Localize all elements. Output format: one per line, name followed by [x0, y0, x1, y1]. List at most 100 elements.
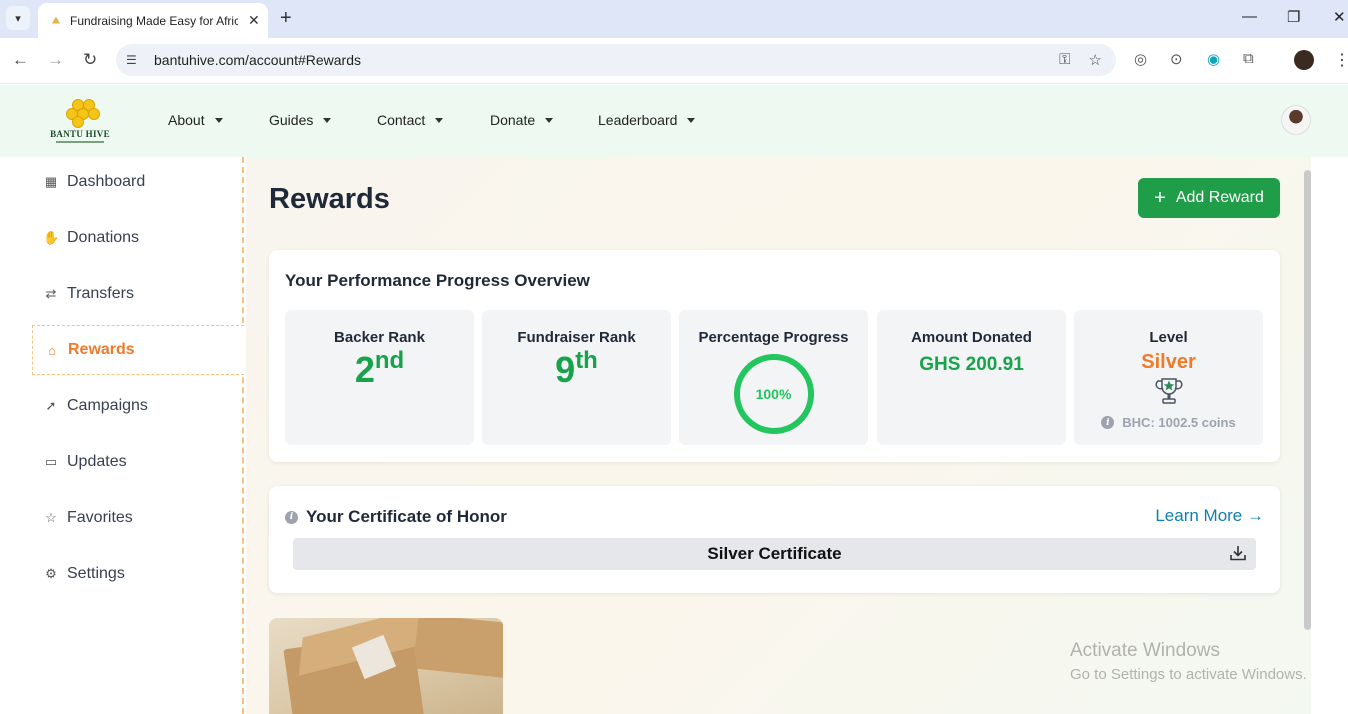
- sidebar-item-transfers[interactable]: ⇄ Transfers: [32, 269, 244, 319]
- info-icon: i: [285, 510, 298, 524]
- level-stat: Level Silver i BHC: 1002.5 coins: [1074, 310, 1263, 445]
- user-avatar[interactable]: [1281, 105, 1311, 135]
- reward-image-package[interactable]: [269, 618, 503, 714]
- performance-card: Your Performance Progress Overview Backe…: [269, 250, 1280, 462]
- nav-donate-label: Donate: [490, 112, 536, 128]
- forward-arrow-icon[interactable]: →: [47, 50, 64, 70]
- reload-icon[interactable]: ↻: [83, 50, 97, 70]
- learn-more-link[interactable]: Learn More →: [1155, 506, 1264, 526]
- progress-value: 100%: [755, 386, 792, 402]
- logo-underline: [56, 141, 104, 143]
- tab-list-chevron-icon[interactable]: ▾: [6, 6, 30, 30]
- backer-rank-value: 2nd: [285, 347, 474, 390]
- sidebar-item-donations[interactable]: ✋ Donations: [32, 213, 244, 263]
- page-scrollbar[interactable]: [1304, 170, 1311, 630]
- package-box-back: [406, 618, 503, 679]
- certificate-title: i Your Certificate of Honor: [285, 507, 507, 527]
- nav-contact[interactable]: Contact: [377, 112, 490, 128]
- sidebar-item-label: Updates: [67, 453, 127, 470]
- back-arrow-icon[interactable]: ←: [12, 50, 29, 70]
- fundraiser-rank-stat: Fundraiser Rank 9th: [482, 310, 671, 445]
- performance-title: Your Performance Progress Overview: [285, 271, 590, 290]
- account-sidebar: ▦ Dashboard ✋ Donations ⇄ Transfers ⌂ Re…: [0, 157, 244, 714]
- backer-rank-label: Backer Rank: [334, 329, 425, 346]
- site-settings-icon[interactable]: ☰: [126, 53, 142, 67]
- tab-title: Fundraising Made Easy for Afric: [70, 13, 238, 28]
- progress-ring: 100%: [733, 354, 814, 434]
- extension-palette-icon[interactable]: ◎: [1134, 50, 1147, 68]
- amount-donated-label: Amount Donated: [911, 329, 1032, 346]
- main-nav: About Guides Contact Donate Leaderboard: [168, 112, 696, 128]
- amount-donated-value: GHS 200.91: [919, 354, 1024, 375]
- activate-windows-subtitle: Go to Settings to activate Windows.: [1070, 666, 1307, 683]
- page-title: Rewards: [269, 183, 390, 215]
- sidebar-item-campaigns[interactable]: ➚ Campaigns: [32, 381, 244, 431]
- nav-contact-label: Contact: [377, 112, 426, 128]
- nav-donate[interactable]: Donate: [490, 112, 598, 128]
- trophy-icon: [1155, 378, 1182, 404]
- certificate-card: i Your Certificate of Honor Learn More →…: [269, 486, 1280, 593]
- coins-text: BHC: 1002.5 coins: [1122, 415, 1236, 430]
- backer-rank-stat: Backer Rank 2nd: [285, 310, 474, 445]
- sidebar-item-settings[interactable]: ⚙ Settings: [32, 549, 244, 599]
- certificate-download-bar[interactable]: Silver Certificate: [293, 538, 1256, 570]
- sidebar-item-label: Rewards: [68, 341, 135, 358]
- chat-icon: ▭: [44, 454, 58, 469]
- sidebar-item-label: Donations: [67, 229, 140, 246]
- nav-about[interactable]: About: [168, 112, 269, 128]
- plus-icon: +: [1154, 187, 1166, 209]
- level-label: Level: [1149, 329, 1188, 346]
- extensions-puzzle-icon[interactable]: ⧉: [1243, 50, 1254, 67]
- sidebar-item-label: Campaigns: [67, 397, 148, 414]
- fundraiser-rank-value: 9th: [482, 347, 671, 390]
- browser-toolbar: ← → ↻ ☰ bantuhive.com/account#Rewards ⚿ …: [0, 38, 1348, 84]
- minimize-icon[interactable]: —: [1242, 8, 1257, 25]
- nav-leaderboard[interactable]: Leaderboard: [598, 112, 696, 128]
- gear-icon: ⚙: [45, 566, 57, 581]
- main-content: Rewards + Add Reward Your Performance Pr…: [246, 157, 1311, 714]
- percentage-progress-stat: Percentage Progress 100%: [679, 310, 868, 445]
- sidebar-item-label: Settings: [67, 565, 125, 582]
- fundraiser-rank-label: Fundraiser Rank: [517, 329, 636, 346]
- add-reward-label: Add Reward: [1175, 189, 1264, 206]
- browser-menu-icon[interactable]: ⋮: [1334, 50, 1348, 70]
- extension-camera-icon[interactable]: ◉: [1207, 50, 1220, 68]
- password-key-icon[interactable]: ⚿: [1059, 51, 1070, 69]
- activate-windows-title: Activate Windows: [1070, 640, 1220, 661]
- add-reward-button[interactable]: + Add Reward: [1138, 178, 1280, 218]
- caret-down-icon: [214, 117, 223, 123]
- fundraiser-rank-number: 9: [555, 349, 576, 390]
- logo-text: BANTU HIVE: [50, 129, 110, 139]
- percentage-progress-label: Percentage Progress: [698, 329, 849, 346]
- address-bar[interactable]: ☰ bantuhive.com/account#Rewards ⚿ ☆: [116, 44, 1116, 76]
- level-value: Silver: [1141, 351, 1196, 373]
- info-icon: i: [1101, 416, 1115, 429]
- download-icon[interactable]: [1229, 544, 1247, 562]
- bantu-hive-logo[interactable]: BANTU HIVE: [48, 99, 112, 149]
- window-close-icon[interactable]: ✕: [1333, 8, 1346, 26]
- sidebar-item-label: Dashboard: [67, 173, 146, 190]
- site-favicon-icon: [50, 16, 62, 26]
- sidebar-item-updates[interactable]: ▭ Updates: [32, 437, 244, 487]
- certificate-title-text: Your Certificate of Honor: [306, 507, 507, 526]
- rocket-icon: ➚: [45, 398, 57, 413]
- tab-close-icon[interactable]: ✕: [248, 12, 260, 29]
- caret-down-icon: [545, 117, 554, 123]
- nav-guides-label: Guides: [269, 112, 314, 128]
- new-tab-button[interactable]: +: [280, 7, 292, 30]
- maximize-icon[interactable]: ❐: [1287, 8, 1300, 26]
- sidebar-item-rewards[interactable]: ⌂ Rewards: [32, 325, 244, 375]
- caret-down-icon: [435, 117, 444, 123]
- gift-icon: ⌂: [48, 342, 56, 358]
- nav-guides[interactable]: Guides: [269, 112, 377, 128]
- browser-tab[interactable]: Fundraising Made Easy for Afric ✕: [38, 3, 268, 38]
- grid-icon: ▦: [44, 174, 58, 189]
- url-text[interactable]: bantuhive.com/account#Rewards: [154, 52, 361, 68]
- browser-profile-avatar[interactable]: [1294, 50, 1314, 70]
- sidebar-item-label: Transfers: [67, 285, 134, 302]
- sidebar-item-favorites[interactable]: ☆ Favorites: [32, 493, 244, 543]
- bookmark-star-icon[interactable]: ☆: [1089, 51, 1102, 69]
- sidebar-item-dashboard[interactable]: ▦ Dashboard: [32, 157, 244, 207]
- extension-code-icon[interactable]: ⊙: [1170, 50, 1183, 68]
- certificate-name: Silver Certificate: [707, 544, 842, 563]
